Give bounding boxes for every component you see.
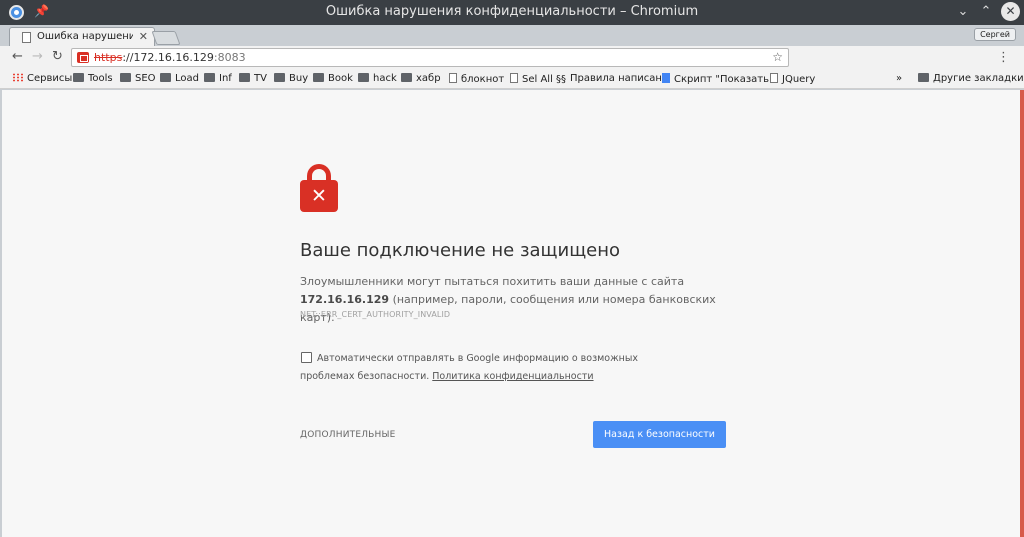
close-window-button[interactable]: ✕ — [1001, 2, 1020, 21]
folder-icon — [401, 73, 412, 82]
bookmark-item[interactable]: hack — [358, 73, 397, 84]
maximize-icon[interactable]: ⌃ — [977, 3, 995, 21]
site-host: 172.16.16.129 — [300, 293, 390, 306]
forward-arrow-icon[interactable]: → — [32, 49, 43, 64]
bookmark-item[interactable]: SEO — [120, 73, 156, 84]
not-secure-lock-icon[interactable] — [77, 52, 89, 63]
tab-title: Ошибка нарушения — [37, 31, 133, 42]
bookmark-item[interactable]: Load — [160, 73, 199, 84]
profile-button[interactable]: Сергей — [974, 28, 1016, 41]
folder-icon — [120, 73, 131, 82]
browser-toolbar: ← → ↻ https://172.16.16.129:8083 ☆ ⋮ — [0, 46, 1024, 70]
page-icon — [449, 73, 457, 83]
minimize-icon[interactable]: ⌄ — [954, 3, 972, 21]
page-icon — [510, 73, 518, 83]
bookmarks-overflow-chevron[interactable]: » — [896, 73, 902, 84]
back-arrow-icon[interactable]: ← — [12, 49, 23, 64]
tab-active[interactable]: Ошибка нарушения ✕ — [9, 27, 155, 46]
bookmark-item[interactable]: Sel All — [510, 73, 553, 85]
error-code[interactable]: NET::ERR_CERT_AUTHORITY_INVALID — [300, 310, 450, 319]
section-sign-icon: §§ — [556, 74, 566, 85]
folder-icon — [918, 73, 929, 82]
kebab-menu-icon[interactable]: ⋮ — [997, 50, 1010, 65]
folder-icon — [313, 73, 324, 82]
bookmark-item[interactable]: Скрипт "Показать — [662, 73, 769, 85]
page-title: Ваше подключение не защищено — [300, 240, 621, 261]
bookmark-item[interactable]: TV — [239, 73, 267, 84]
interstitial-page: ✕ Ваше подключение не защищено Злоумышле… — [2, 90, 1020, 537]
bookmark-item[interactable]: JQuery — [770, 73, 815, 85]
bookmark-item[interactable]: §§ Правила написан — [556, 73, 662, 85]
google-doc-icon — [662, 73, 670, 83]
broken-lock-icon: ✕ — [300, 164, 338, 212]
window-title: Ошибка нарушения конфиденциальности – Ch… — [325, 4, 699, 19]
folder-icon — [204, 73, 215, 82]
address-bar[interactable]: https://172.16.16.129:8083 ☆ — [71, 48, 789, 67]
privacy-policy-link[interactable]: Политика конфиденциальности — [432, 371, 593, 382]
other-bookmarks-folder[interactable]: Другие закладки — [918, 73, 1024, 84]
folder-icon — [73, 73, 84, 82]
bookmark-item[interactable]: Inf — [204, 73, 232, 84]
back-to-safety-button[interactable]: Назад к безопасности — [593, 421, 726, 448]
bookmark-item[interactable]: Buy — [274, 73, 308, 84]
reload-icon[interactable]: ↻ — [52, 49, 63, 64]
bookmark-item[interactable]: Tools — [73, 73, 113, 84]
advanced-button[interactable]: ДОПОЛНИТЕЛЬНЫЕ — [300, 430, 396, 440]
window-titlebar: 📌 Ошибка нарушения конфиденциальности – … — [0, 0, 1024, 25]
new-tab-button[interactable] — [151, 31, 181, 45]
page-icon — [770, 73, 778, 83]
folder-icon — [239, 73, 250, 82]
apps-grid-icon — [12, 73, 23, 82]
tab-close-icon[interactable]: ✕ — [139, 30, 148, 43]
bookmark-item[interactable]: Book — [313, 73, 353, 84]
window-edge — [1020, 90, 1024, 537]
bookmark-item[interactable]: хабр — [401, 73, 441, 84]
bookmarks-bar: Сервисы Tools SEO Load Inf TV Buy Book h… — [0, 70, 1024, 89]
folder-icon — [160, 73, 171, 82]
bookmark-item[interactable]: Сервисы — [12, 73, 72, 84]
folder-icon — [358, 73, 369, 82]
page-icon — [22, 32, 31, 43]
url-text[interactable]: https://172.16.16.129:8083 — [94, 51, 246, 64]
bookmark-star-icon[interactable]: ☆ — [772, 50, 783, 64]
folder-icon — [274, 73, 285, 82]
tab-strip: Ошибка нарушения ✕ Сергей — [0, 25, 1024, 46]
bookmark-item[interactable]: блокнот — [449, 73, 504, 85]
report-optin-label: Автоматически отправлять в Google информ… — [300, 353, 639, 382]
